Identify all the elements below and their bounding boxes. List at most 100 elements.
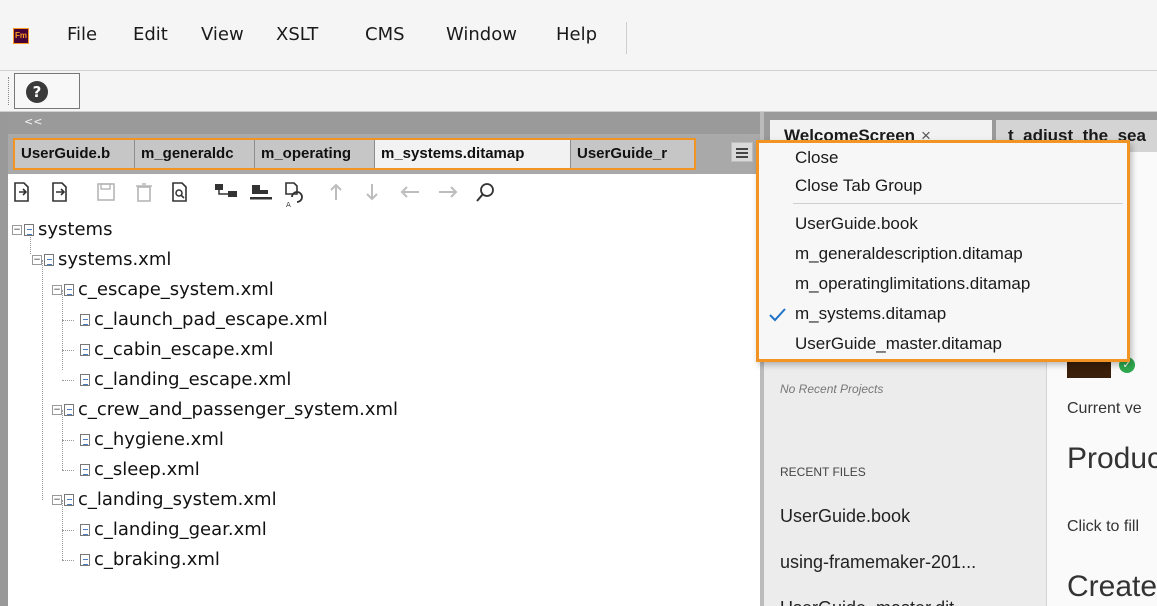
tree-connector [62, 350, 74, 351]
menu-bar: Fm File Edit View XSLT CMS Window Help [0, 0, 1157, 70]
xml-file-icon [64, 404, 74, 416]
recent-files-heading: RECENT FILES [780, 465, 866, 479]
tree-connector [42, 260, 43, 500]
collapse-toggle-icon[interactable]: − [32, 255, 42, 265]
save-icon[interactable] [96, 182, 116, 202]
insert-before-icon[interactable] [12, 182, 32, 202]
tree-connector [62, 320, 74, 321]
insert-after-icon[interactable] [50, 182, 70, 202]
search-icon[interactable] [474, 182, 496, 204]
recent-file-link[interactable]: UserGuide.book [780, 506, 910, 527]
tree-node-label: c_hygiene.xml [94, 429, 224, 450]
tree-node-systems[interactable]: − systems [12, 215, 112, 245]
xml-file-icon [80, 524, 90, 536]
click-to-fill-text[interactable]: Click to fill [1067, 518, 1139, 536]
framemaker-window: Fm File Edit View XSLT CMS Window Help ?… [0, 0, 1157, 606]
menu-userguide-book[interactable]: UserGuide.book [795, 211, 918, 237]
menu-cms[interactable]: CMS [365, 24, 405, 45]
menu-close[interactable]: Close [795, 145, 838, 171]
tab-userguide-master[interactable]: UserGuide_r [571, 140, 694, 168]
xml-file-icon [80, 464, 90, 476]
tree-node-label: systems.xml [58, 249, 172, 270]
xml-file-icon [80, 554, 90, 566]
collapse-toggle-icon[interactable]: − [12, 225, 22, 235]
tree-connector [62, 560, 74, 561]
menu-userguide-master[interactable]: UserGuide_master.ditamap [795, 331, 1002, 357]
tab-m-systems[interactable]: m_systems.ditamap [375, 140, 571, 168]
tree-node-c-launch-pad-escape[interactable]: c_launch_pad_escape.xml [80, 305, 328, 335]
recent-file-link[interactable]: UserGuide_master.dit [780, 598, 954, 606]
tree-node-c-sleep[interactable]: c_sleep.xml [80, 455, 200, 485]
toolbar-grip[interactable] [8, 77, 11, 105]
xml-file-icon [80, 434, 90, 446]
tree-node-label: c_crew_and_passenger_system.xml [78, 399, 399, 420]
menu-m-systems[interactable]: m_systems.ditamap [795, 301, 946, 327]
xml-file-icon [80, 314, 90, 326]
tree-connector [62, 470, 74, 471]
no-recent-projects-text: No Recent Projects [780, 382, 884, 396]
move-left-icon[interactable] [398, 182, 422, 202]
move-down-icon[interactable] [362, 182, 382, 202]
collapse-toggle-icon[interactable]: − [52, 405, 62, 415]
underline-icon[interactable] [248, 182, 274, 202]
tab-userguide-book[interactable]: UserGuide.b [15, 140, 135, 168]
menu-xslt[interactable]: XSLT [276, 24, 318, 45]
document-tab-strip: UserGuide.b m_generaldc m_operating m_sy… [8, 134, 760, 174]
menu-window[interactable]: Window [446, 24, 517, 45]
tree-node-c-braking[interactable]: c_braking.xml [80, 545, 220, 575]
delete-icon[interactable] [134, 182, 154, 202]
map-tree-view: − systems − systems.xml − c_escape_system.x… [8, 210, 760, 606]
recent-file-link[interactable]: using-framemaker-201... [780, 552, 976, 573]
tree-node-c-escape-system[interactable]: − c_escape_system.xml [52, 275, 274, 305]
create-heading: Create [1067, 570, 1157, 603]
svg-text:A: A [286, 201, 291, 208]
tree-connector [62, 380, 74, 381]
tree-node-label: c_escape_system.xml [78, 279, 274, 300]
pane-collapse-strip: << [8, 112, 760, 134]
move-right-icon[interactable] [436, 182, 460, 202]
move-up-icon[interactable] [326, 182, 346, 202]
menu-m-operatinglimitations[interactable]: m_operatinglimitations.ditamap [795, 271, 1030, 297]
structure-icon[interactable] [214, 182, 240, 202]
tree-node-label: c_sleep.xml [94, 459, 200, 480]
main-toolbar: ? [0, 70, 1157, 112]
collapse-toggle-icon[interactable]: − [52, 285, 62, 295]
book-icon [24, 224, 34, 236]
menu-help[interactable]: Help [556, 24, 597, 45]
tree-node-systems-xml[interactable]: − systems.xml [32, 245, 171, 275]
tree-node-label: c_landing_gear.xml [94, 519, 267, 540]
tree-node-label: c_launch_pad_escape.xml [94, 309, 328, 330]
app-logo-icon: Fm [13, 28, 29, 44]
checkmark-icon [769, 308, 786, 322]
tree-node-label: systems [38, 219, 113, 240]
tree-connector [62, 530, 74, 531]
tab-m-generaldescription[interactable]: m_generaldc [135, 140, 255, 168]
tree-node-c-crew-and-passenger-system[interactable]: − c_crew_and_passenger_system.xml [52, 395, 398, 425]
xml-file-icon [80, 344, 90, 356]
menu-view[interactable]: View [201, 24, 244, 45]
collapse-toggle-icon[interactable]: − [52, 495, 62, 505]
tab-list-menu-button[interactable] [731, 142, 753, 162]
help-button[interactable]: ? [14, 73, 80, 109]
tree-node-c-cabin-escape[interactable]: c_cabin_escape.xml [80, 335, 273, 365]
tree-node-c-landing-system[interactable]: − c_landing_system.xml [52, 485, 277, 515]
product-heading: Produc [1067, 442, 1157, 475]
tree-node-c-landing-gear[interactable]: c_landing_gear.xml [80, 515, 267, 545]
menu-close-tab-group[interactable]: Close Tab Group [795, 173, 922, 199]
xml-file-icon [44, 254, 54, 266]
document-tab-group: UserGuide.b m_generaldc m_operating m_sy… [13, 138, 696, 170]
menu-m-generaldescription[interactable]: m_generaldescription.ditamap [795, 241, 1023, 267]
tree-node-c-hygiene[interactable]: c_hygiene.xml [80, 425, 224, 455]
collapse-button[interactable]: << [24, 115, 42, 128]
map-toolbar: A [8, 174, 760, 210]
menu-separator [626, 22, 627, 54]
menu-edit[interactable]: Edit [133, 24, 168, 45]
menu-file[interactable]: File [67, 24, 97, 45]
tab-m-operatinglimitations[interactable]: m_operating [255, 140, 375, 168]
tree-node-c-landing-escape[interactable]: c_landing_escape.xml [80, 365, 291, 395]
tree-node-label: c_braking.xml [94, 549, 220, 570]
tree-node-label: c_cabin_escape.xml [94, 339, 274, 360]
preview-icon[interactable] [170, 182, 190, 202]
xml-file-icon [64, 494, 74, 506]
refresh-icon[interactable]: A [284, 182, 306, 208]
